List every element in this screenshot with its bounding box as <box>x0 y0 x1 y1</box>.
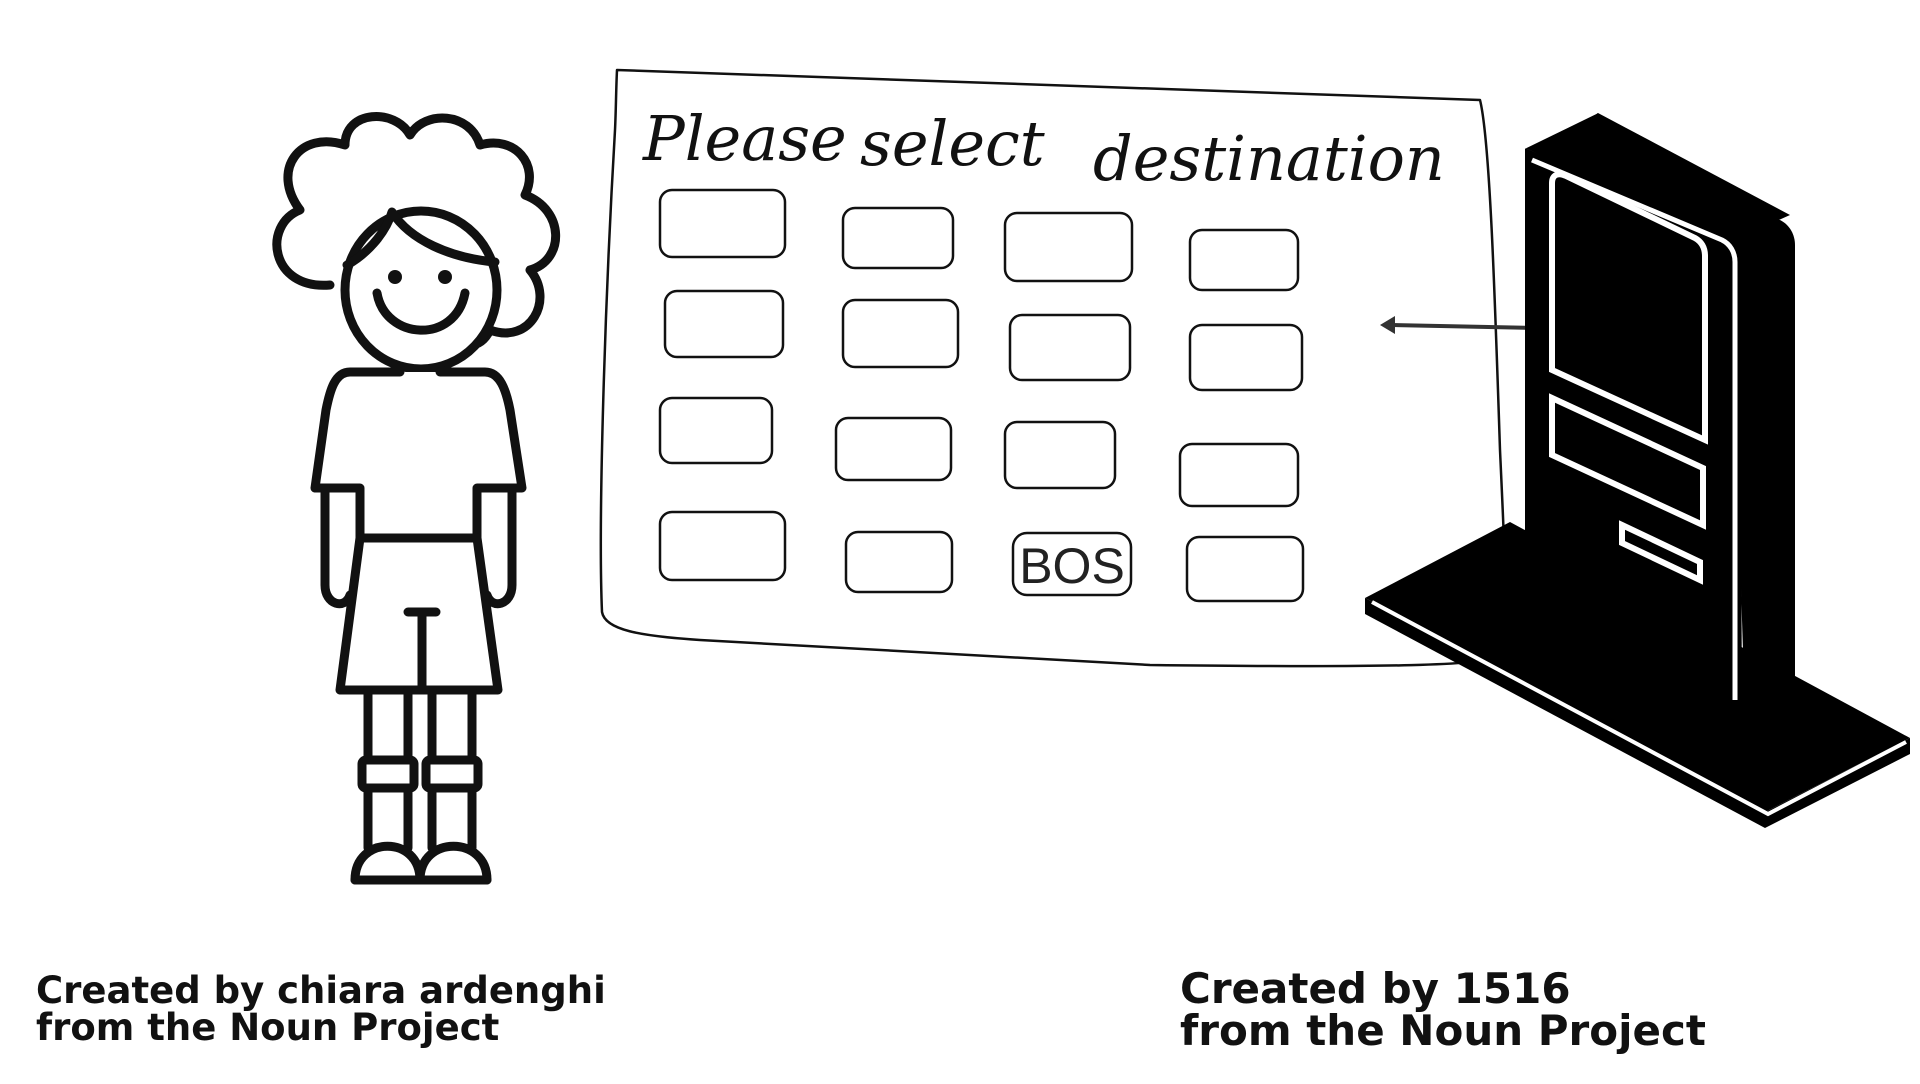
right-eye <box>438 270 452 284</box>
destination-button[interactable] <box>658 396 774 465</box>
right-sock <box>421 755 483 793</box>
selected-destination-button[interactable]: BOS <box>1011 531 1133 597</box>
heading-word-3: destination <box>1093 122 1445 195</box>
left-eye <box>388 270 402 284</box>
shirt <box>310 367 527 543</box>
destination-button[interactable] <box>1185 535 1305 603</box>
destination-button[interactable] <box>1188 323 1304 392</box>
credit-right-line2: from the Noun Project <box>1180 1006 1706 1055</box>
credit-left-line2: from the Noun Project <box>36 1006 500 1049</box>
destination-button[interactable] <box>834 416 953 482</box>
right-arm <box>482 483 517 609</box>
destination-button[interactable] <box>663 289 785 359</box>
arrow-head <box>1380 316 1395 334</box>
kiosk-icon <box>1365 110 1910 828</box>
destination-button[interactable] <box>844 530 954 594</box>
selected-destination-label: BOS <box>1019 538 1125 594</box>
destination-button[interactable] <box>658 188 787 259</box>
credit-left: Created by chiara ardenghi from the Noun … <box>36 972 606 1046</box>
left-sock <box>357 755 419 793</box>
left-arm <box>320 483 355 609</box>
destination-button[interactable] <box>841 298 960 369</box>
destination-screen: Please select destination BOS <box>599 68 1508 668</box>
person-icon <box>272 112 561 885</box>
destination-button[interactable] <box>1003 211 1134 283</box>
destination-button[interactable] <box>1003 420 1117 490</box>
destination-button[interactable] <box>1178 442 1300 508</box>
right-shoe <box>415 841 492 885</box>
destination-button[interactable] <box>1188 228 1300 292</box>
heading-word-1: Please <box>642 102 847 175</box>
destination-button[interactable] <box>658 510 787 582</box>
heading-word-2: select <box>860 107 1045 180</box>
destination-button[interactable] <box>841 206 955 270</box>
credit-right: Created by 1516 from the Noun Project <box>1180 968 1706 1052</box>
storyboard-scene: Please select destination BOS Created by… <box>0 0 1920 1080</box>
left-shoe <box>350 841 425 885</box>
scene-canvas: Please select destination BOS <box>272 68 1910 885</box>
destination-button[interactable] <box>1008 313 1132 382</box>
